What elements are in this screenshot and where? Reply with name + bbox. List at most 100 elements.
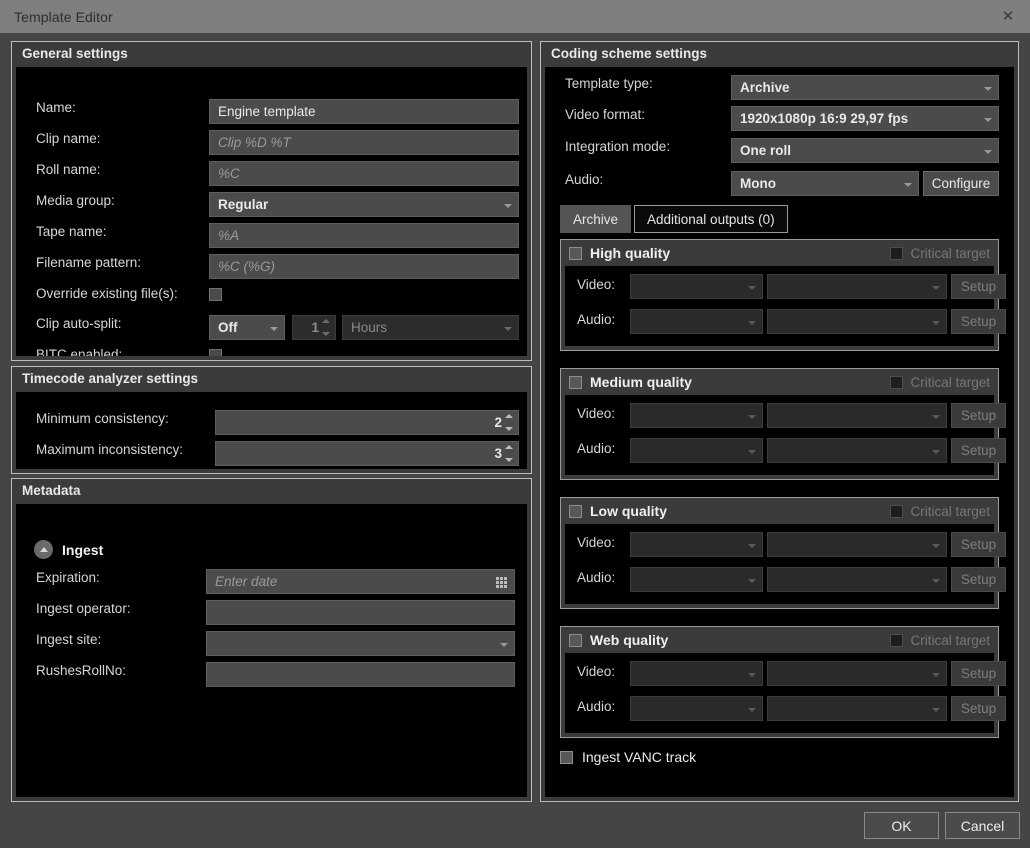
- clip-autosplit-select[interactable]: Off: [209, 315, 285, 340]
- web-quality-audio-setup-button[interactable]: Setup: [951, 696, 1006, 721]
- collapse-up-icon[interactable]: [34, 540, 53, 559]
- rushes-roll-no-input[interactable]: [206, 662, 515, 687]
- override-existing-label: Override existing file(s):: [36, 286, 178, 301]
- low-quality-video-preset-select[interactable]: [767, 532, 947, 557]
- high-quality-audio-codec-select[interactable]: [630, 309, 763, 334]
- medium-quality-critical-target[interactable]: Critical target: [882, 375, 990, 390]
- roll-name-label: Roll name:: [36, 162, 101, 177]
- critical-target-label: Critical target: [910, 374, 990, 390]
- high-quality-critical-target[interactable]: Critical target: [882, 246, 990, 261]
- web-quality-video-preset-select[interactable]: [767, 661, 947, 686]
- cancel-button[interactable]: Cancel: [945, 812, 1020, 839]
- configure-button[interactable]: Configure: [923, 171, 999, 196]
- timecode-analyzer-title: Timecode analyzer settings: [12, 367, 531, 390]
- roll-name-input[interactable]: %C: [209, 161, 519, 186]
- ingest-site-label: Ingest site:: [36, 632, 102, 647]
- low-quality-video-codec-select[interactable]: [630, 532, 763, 557]
- template-type-select[interactable]: Archive: [731, 75, 999, 100]
- expiration-placeholder-text: Enter date: [215, 574, 278, 589]
- clip-autosplit-value: Off: [218, 320, 238, 335]
- expiration-label: Expiration:: [36, 570, 100, 585]
- medium-quality-video-setup-button[interactable]: Setup: [951, 403, 1006, 428]
- ingest-operator-input[interactable]: [206, 600, 515, 625]
- critical-target-checkbox[interactable]: [890, 633, 904, 647]
- medium-quality-video-preset-select[interactable]: [767, 403, 947, 428]
- coding-scheme-title: Coding scheme settings: [541, 42, 1018, 65]
- low-quality-audio-codec-select[interactable]: [630, 567, 763, 592]
- high-quality-audio-setup-button[interactable]: Setup: [951, 309, 1006, 334]
- low-quality-checkbox[interactable]: [569, 504, 582, 518]
- ingest-vanc-track-checkbox[interactable]: [560, 750, 573, 764]
- chevron-down-icon: [984, 149, 992, 154]
- stepper-arrows-icon[interactable]: [322, 319, 331, 336]
- stepper-arrows-icon[interactable]: [505, 414, 514, 431]
- ingest-vanc-track-row[interactable]: Ingest VANC track: [560, 749, 696, 765]
- ok-button[interactable]: OK: [864, 812, 939, 839]
- low-quality-audio-preset-select[interactable]: [767, 567, 947, 592]
- medium-quality-audio-setup-button[interactable]: Setup: [951, 438, 1006, 463]
- medium-quality-box: Medium quality Critical target Video: Se…: [560, 368, 1006, 480]
- bitc-enabled-checkbox[interactable]: [209, 349, 222, 356]
- clip-name-input[interactable]: Clip %D %T: [209, 130, 519, 155]
- clip-autosplit-count-stepper[interactable]: 1: [292, 315, 336, 340]
- web-quality-audio-codec-select[interactable]: [630, 696, 763, 721]
- chevron-down-icon: [504, 203, 512, 208]
- high-quality-video-codec-select[interactable]: [630, 274, 763, 299]
- web-quality-box: Web quality Critical target Video: Setup…: [560, 626, 1006, 738]
- low-quality-critical-target[interactable]: Critical target: [882, 504, 990, 519]
- medium-quality-audio-codec-select[interactable]: [630, 438, 763, 463]
- low-quality-video-setup-button[interactable]: Setup: [951, 532, 1006, 557]
- timecode-analyzer-group: Timecode analyzer settings Minimum consi…: [11, 366, 532, 474]
- max-inconsistency-stepper[interactable]: 3: [215, 441, 519, 466]
- chevron-down-icon: [270, 326, 278, 331]
- general-settings-title: General settings: [12, 42, 531, 65]
- tab-additional-outputs[interactable]: Additional outputs (0): [634, 205, 788, 233]
- filename-pattern-input[interactable]: %C (%G): [209, 254, 519, 279]
- tab-archive[interactable]: Archive: [560, 205, 632, 233]
- critical-target-checkbox[interactable]: [890, 504, 904, 518]
- tape-name-input[interactable]: %A: [209, 223, 519, 248]
- web-quality-audio-preset-select[interactable]: [767, 696, 947, 721]
- close-icon[interactable]: ✕: [986, 0, 1030, 33]
- ingest-vanc-track-label: Ingest VANC track: [582, 749, 697, 765]
- clip-autosplit-unit-select[interactable]: Hours: [342, 315, 519, 340]
- web-quality-video-setup-button[interactable]: Setup: [951, 661, 1006, 686]
- min-consistency-stepper[interactable]: 2: [215, 410, 519, 435]
- timecode-analyzer-body: Minimum consistency: 2 Maximum inconsist…: [16, 392, 527, 469]
- high-quality-checkbox[interactable]: [569, 246, 582, 260]
- override-existing-checkbox[interactable]: [209, 288, 222, 301]
- stepper-arrows-icon[interactable]: [505, 445, 514, 462]
- filename-pattern-label: Filename pattern:: [36, 255, 142, 270]
- tape-name-label: Tape name:: [36, 224, 107, 239]
- media-group-select[interactable]: Regular: [209, 192, 519, 217]
- web-quality-critical-target[interactable]: Critical target: [882, 633, 990, 648]
- high-quality-audio-preset-select[interactable]: [767, 309, 947, 334]
- expiration-input[interactable]: Enter date: [206, 569, 515, 594]
- name-input[interactable]: Engine template: [209, 99, 519, 124]
- low-quality-label: Low quality: [590, 503, 667, 519]
- medium-quality-video-codec-select[interactable]: [630, 403, 763, 428]
- integration-mode-select[interactable]: One roll: [731, 138, 999, 163]
- web-quality-video-codec-select[interactable]: [630, 661, 763, 686]
- calendar-picker-icon[interactable]: [496, 576, 507, 588]
- low-quality-audio-setup-button[interactable]: Setup: [951, 567, 1006, 592]
- web-quality-checkbox[interactable]: [569, 633, 582, 647]
- ingest-section-header[interactable]: Ingest: [34, 540, 103, 559]
- video-row-label: Video:: [577, 535, 616, 550]
- clip-autosplit-label: Clip auto-split:: [36, 316, 122, 331]
- medium-quality-audio-preset-select[interactable]: [767, 438, 947, 463]
- critical-target-checkbox[interactable]: [890, 246, 904, 260]
- high-quality-video-preset-select[interactable]: [767, 274, 947, 299]
- title-bar: Template Editor ✕: [0, 0, 1030, 33]
- critical-target-checkbox[interactable]: [890, 375, 904, 389]
- video-row-label: Video:: [577, 664, 616, 679]
- high-quality-video-setup-button[interactable]: Setup: [951, 274, 1006, 299]
- chevron-down-icon: [984, 86, 992, 91]
- ingest-site-select[interactable]: [206, 631, 515, 656]
- coding-scheme-body: Template type: Archive Video format: 192…: [545, 67, 1014, 797]
- medium-quality-checkbox[interactable]: [569, 375, 582, 389]
- high-quality-label: High quality: [590, 245, 671, 261]
- video-format-select[interactable]: 1920x1080p 16:9 29,97 fps: [731, 106, 999, 131]
- audio-select[interactable]: Mono: [731, 171, 919, 196]
- web-quality-body: Video: Setup Audio: Setup: [565, 653, 1006, 733]
